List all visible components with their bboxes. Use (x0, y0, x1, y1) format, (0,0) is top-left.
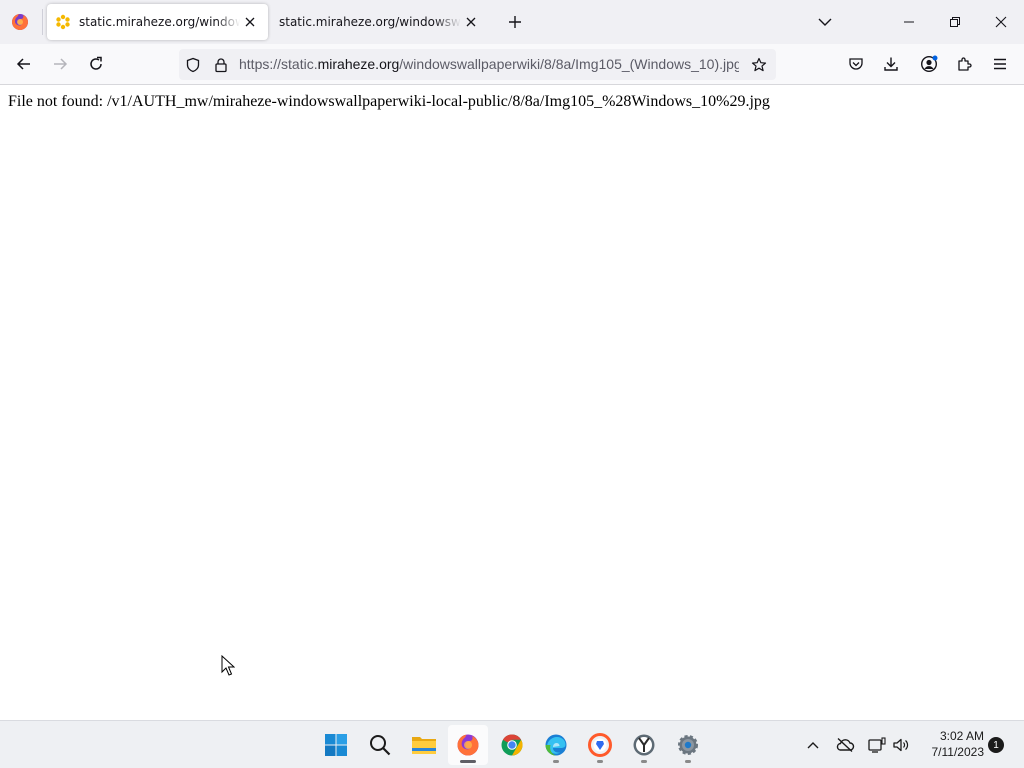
volume-tray-button[interactable] (889, 733, 913, 757)
chevron-down-icon (818, 18, 832, 26)
close-window-button[interactable] (978, 0, 1024, 44)
hamburger-icon (994, 58, 1006, 70)
search-button[interactable] (360, 725, 400, 765)
cloud-off-icon (836, 737, 855, 753)
edge-button[interactable] (536, 725, 576, 765)
chrome-button[interactable] (492, 725, 532, 765)
tab-inactive[interactable]: static.miraheze.org/windowswallpaperwiki… (271, 4, 489, 40)
file-explorer-button[interactable] (404, 725, 444, 765)
network-tray-button[interactable] (865, 733, 889, 757)
tab-title: static.miraheze.org/windowswallpaperwiki… (79, 15, 240, 29)
clock-time: 3:02 AM (939, 729, 984, 743)
plus-icon (509, 16, 521, 28)
volume-icon (893, 738, 909, 752)
clock-app-button[interactable] (624, 725, 664, 765)
arrow-left-icon (16, 58, 30, 70)
running-indicator (597, 760, 603, 763)
onedrive-tray-button[interactable] (833, 733, 857, 757)
menu-button[interactable] (985, 49, 1015, 79)
reload-icon (90, 56, 102, 70)
firefox-icon (457, 734, 479, 756)
minimize-button[interactable] (886, 0, 932, 44)
arrow-right-icon (54, 58, 68, 70)
settings-icon (678, 735, 698, 755)
lock-icon[interactable] (211, 55, 231, 75)
error-message: File not found: /v1/AUTH_mw/miraheze-win… (8, 93, 770, 110)
puzzle-icon (958, 57, 972, 71)
account-button[interactable] (914, 49, 944, 79)
firefox-icon (12, 14, 28, 30)
brave-button[interactable] (580, 725, 620, 765)
tab-close-icon[interactable] (461, 12, 481, 32)
navigation-toolbar: https://static.miraheze.org/windowswallp… (0, 44, 1024, 85)
notification-badge[interactable]: 1 (988, 737, 1004, 753)
tab-active[interactable]: static.miraheze.org/windowswallpaperwiki… (47, 4, 268, 40)
url-prefix: https://static. (239, 56, 318, 72)
firefox-taskbar-button[interactable] (448, 725, 488, 765)
tab-strip: static.miraheze.org/windowswallpaperwiki… (0, 0, 1024, 44)
running-indicator (685, 760, 691, 763)
url-path: /windowswallpaperwiki/8/8a/Img105_(Windo… (399, 56, 739, 72)
new-tab-button[interactable] (503, 10, 527, 34)
taskbar-clock[interactable]: 3:02 AM 7/11/2023 (918, 728, 985, 760)
windows-start-icon (325, 734, 347, 756)
url-bar[interactable]: https://static.miraheze.org/windowswallp… (179, 49, 776, 80)
account-icon (920, 55, 938, 73)
chevron-up-icon (807, 742, 819, 749)
list-all-tabs-button[interactable] (813, 10, 837, 34)
mouse-cursor-icon (221, 654, 236, 681)
running-indicator (641, 760, 647, 763)
start-button[interactable] (316, 725, 356, 765)
clock-app-icon (633, 734, 655, 756)
restore-button[interactable] (932, 0, 978, 44)
running-indicator (553, 760, 559, 763)
download-icon (884, 57, 898, 71)
network-icon (868, 737, 886, 753)
brave-icon (588, 733, 612, 757)
back-button[interactable] (9, 49, 39, 79)
tab-separator (42, 9, 43, 35)
chrome-icon (501, 734, 523, 756)
downloads-button[interactable] (876, 49, 906, 79)
page-content: File not found: /v1/AUTH_mw/miraheze-win… (0, 85, 1024, 720)
tab-title: static.miraheze.org/windowswallpaperwiki… (279, 15, 461, 29)
miraheze-favicon-icon (55, 14, 71, 30)
restore-icon (950, 17, 960, 27)
url-host: miraheze.org (317, 56, 400, 72)
pocket-icon (849, 58, 863, 70)
edge-icon (545, 734, 567, 756)
clock-date: 7/11/2023 (931, 745, 985, 759)
forward-button[interactable] (45, 49, 75, 79)
firefox-view-button[interactable] (6, 8, 34, 36)
reload-button[interactable] (81, 49, 111, 79)
bookmark-star-icon[interactable] (749, 55, 769, 75)
minimize-icon (904, 21, 914, 23)
extensions-button[interactable] (949, 49, 979, 79)
folder-icon (412, 737, 436, 754)
close-icon (995, 16, 1007, 28)
running-indicator (460, 760, 476, 763)
tab-close-icon[interactable] (240, 12, 260, 32)
show-hidden-icons-button[interactable] (801, 733, 825, 757)
url-text[interactable]: https://static.miraheze.org/windowswallp… (239, 56, 739, 72)
settings-button[interactable] (668, 725, 708, 765)
pocket-button[interactable] (841, 49, 871, 79)
search-icon (370, 735, 391, 756)
shield-icon[interactable] (183, 55, 203, 75)
taskbar: 3:02 AM 7/11/2023 1 (0, 720, 1024, 768)
